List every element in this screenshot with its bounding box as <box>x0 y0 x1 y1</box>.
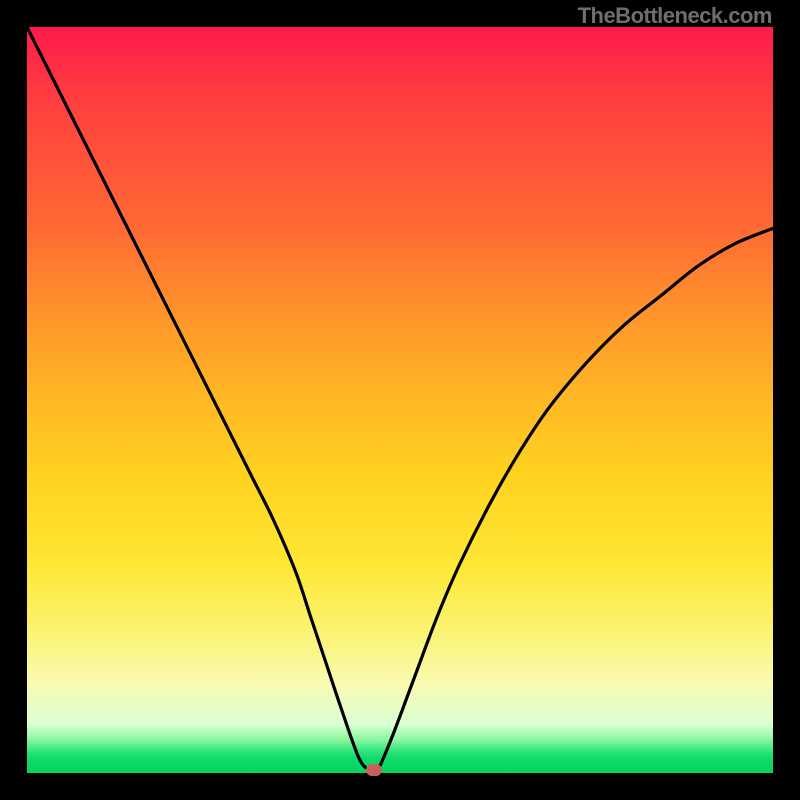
chart-area <box>27 27 773 773</box>
optimum-marker <box>366 764 382 776</box>
watermark-text: TheBottleneck.com <box>578 3 772 29</box>
bottleneck-curve <box>27 27 773 773</box>
outer-frame: TheBottleneck.com <box>0 0 800 800</box>
